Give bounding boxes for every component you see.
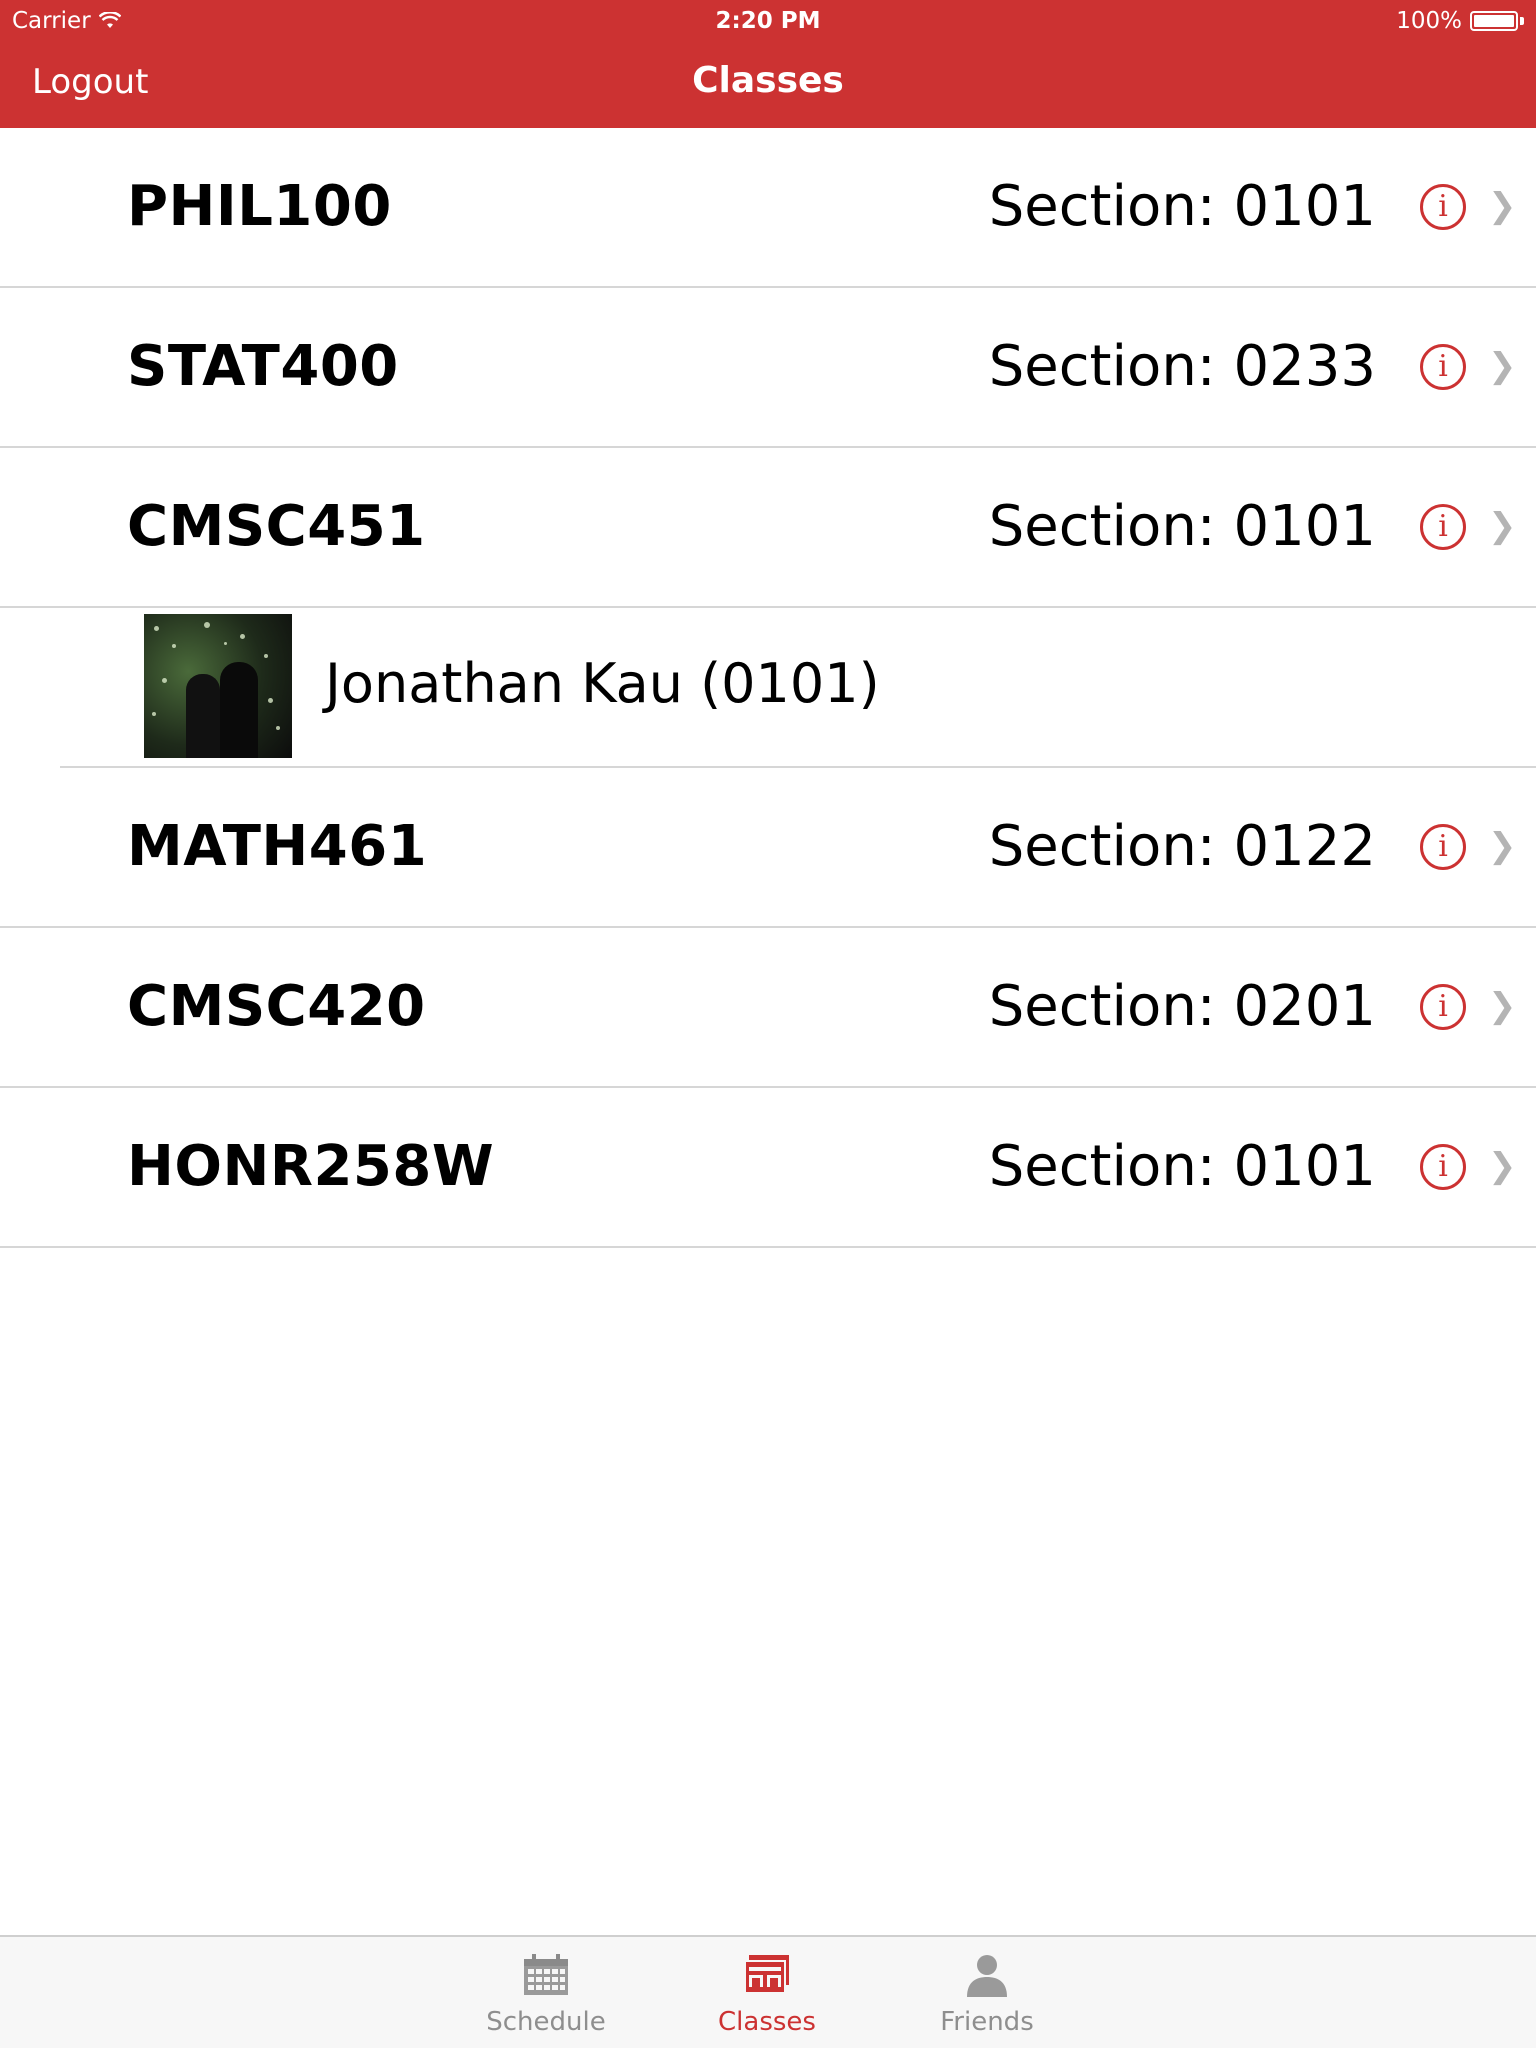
course-code: MATH461 (127, 814, 428, 879)
section-label: Section: 0101 (988, 1134, 1376, 1199)
class-row-cmsc451[interactable]: CMSC451 Section: 0101 i ❯ (0, 448, 1536, 608)
tab-classes[interactable]: Classes (667, 1953, 867, 2037)
calendar-icon (524, 1954, 568, 1995)
course-code: HONR258W (127, 1134, 495, 1199)
section-label: Section: 0201 (988, 974, 1376, 1039)
course-code: STAT400 (127, 334, 399, 399)
chevron-right-icon: ❯ (1488, 826, 1517, 866)
chevron-right-icon: ❯ (1488, 1146, 1517, 1186)
tab-bar: Schedule Classes Friends (0, 1935, 1536, 2048)
course-code: PHIL100 (127, 174, 392, 239)
info-icon[interactable]: i (1420, 184, 1466, 230)
battery-icon (1470, 11, 1518, 31)
tab-schedule[interactable]: Schedule (446, 1953, 646, 2037)
chevron-right-icon: ❯ (1488, 506, 1517, 546)
info-icon[interactable]: i (1420, 1144, 1466, 1190)
class-row-math461[interactable]: MATH461 Section: 0122 i ❯ (0, 768, 1536, 928)
page-title: Classes (692, 60, 844, 101)
friend-name: Jonathan Kau (0101) (325, 652, 880, 715)
chevron-right-icon: ❯ (1488, 346, 1517, 386)
tab-label: Schedule (486, 2007, 606, 2037)
section-label: Section: 0101 (988, 174, 1376, 239)
class-row-honr258w[interactable]: HONR258W Section: 0101 i ❯ (0, 1088, 1536, 1248)
classes-icon (744, 1955, 789, 1994)
class-row-phil100[interactable]: PHIL100 Section: 0101 i ❯ (0, 128, 1536, 288)
battery-percent: 100% (1396, 8, 1462, 34)
class-list: PHIL100 Section: 0101 i ❯ STAT400 Sectio… (0, 128, 1536, 1248)
class-row-cmsc420[interactable]: CMSC420 Section: 0201 i ❯ (0, 928, 1536, 1088)
info-icon[interactable]: i (1420, 344, 1466, 390)
person-icon (967, 1955, 1007, 1997)
class-row-stat400[interactable]: STAT400 Section: 0233 i ❯ (0, 288, 1536, 448)
friend-row[interactable]: Jonathan Kau (0101) (0, 608, 1536, 768)
status-bar: Carrier 2:20 PM 100% (0, 6, 1536, 36)
info-icon[interactable]: i (1420, 504, 1466, 550)
clock: 2:20 PM (715, 8, 821, 34)
section-label: Section: 0122 (988, 814, 1376, 879)
section-label: Section: 0233 (988, 334, 1376, 399)
battery-indicator: 100% (1396, 8, 1524, 34)
chevron-right-icon: ❯ (1488, 986, 1517, 1026)
section-label: Section: 0101 (988, 494, 1376, 559)
course-code: CMSC451 (127, 494, 426, 559)
chevron-right-icon: ❯ (1488, 186, 1517, 226)
info-icon[interactable]: i (1420, 984, 1466, 1030)
tab-label: Classes (718, 2007, 816, 2037)
navigation-header: Carrier 2:20 PM 100% Logout Classes (0, 0, 1536, 128)
info-icon[interactable]: i (1420, 824, 1466, 870)
tab-friends[interactable]: Friends (887, 1953, 1087, 2037)
friend-avatar (144, 614, 292, 758)
tab-label: Friends (940, 2007, 1034, 2037)
course-code: CMSC420 (127, 974, 426, 1039)
